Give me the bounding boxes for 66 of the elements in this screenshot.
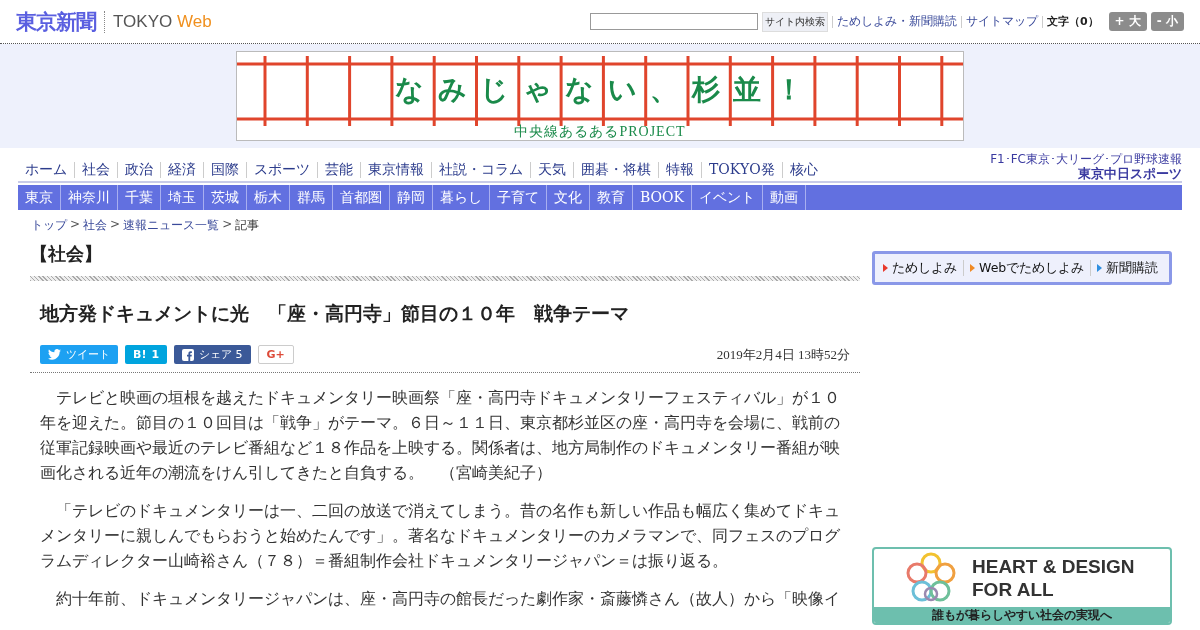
ad-title: FOR ALL <box>972 578 1055 601</box>
region-tab[interactable]: 千葉 <box>118 185 161 210</box>
article-date: 2019年2月4日 13時52分 <box>716 345 850 364</box>
region-tab[interactable]: 東京 <box>18 185 61 210</box>
nav-link[interactable]: 東京情報 <box>361 161 431 179</box>
region-tab[interactable]: 神奈川 <box>61 185 118 210</box>
section-heading: 【社会】 <box>30 242 103 266</box>
nav-link[interactable]: 芸能 <box>318 161 360 179</box>
region-tab[interactable]: イベント <box>691 185 763 210</box>
share-button[interactable]: G+ <box>257 345 294 364</box>
subscribe-link[interactable]: ためしよみ <box>883 259 957 277</box>
header-link[interactable]: ためしよみ・新聞購読 <box>836 13 957 30</box>
region-tab[interactable]: 暮らし <box>433 185 490 210</box>
nav-link[interactable]: 政治 <box>118 161 160 179</box>
article-paragraph: 「テレビのドキュメンタリーは一、二回の放送で消えてしまう。昔の名作も新しい作品も幅広く集めてドキュメンタリーに親しんでもらおうと始めたんです」。著名なドキュメンタリーのカメラマンで、同フェスのプログラムディレクター山崎裕さん（７８）＝番組制作会社ドキュメンタリージャパン＝は振り返る。 <box>40 501 841 572</box>
banner-ad[interactable]: なみじゃない、杉並！ 中央線あるあるPROJECT <box>236 51 964 141</box>
region-tab[interactable]: 動画 <box>762 185 806 210</box>
nav-link[interactable]: ホーム <box>18 161 74 179</box>
site-logo[interactable]: 東京新聞 <box>16 7 96 36</box>
region-tab[interactable]: 埼玉 <box>161 185 204 210</box>
subscribe-link[interactable]: Webでためしよみ <box>970 259 1085 277</box>
bird-icon <box>48 349 61 360</box>
article-paragraph: テレビと映画の垣根を越えたドキュメンタリー映画祭「座・高円寺ドキュメンタリーフェスティバル」が１０年を迎えた。節目の１０回目は「戦争」がテーマ。６日～１１日、東京都杉並区の座・高円寺を会場に、戦前の従軍記録映画や最近のテレビ番組など１８作品を上映する。関係者は、地方局制作のドキュメンタリー番組が映画化される近年の潮流をけん引してきたと自負する。 （宮崎美紀子） <box>40 388 841 484</box>
article-paragraph: 約十年前、ドキュメンタリージャパンは、座・高円寺の館長だった劇作家・斎藤憐さん（故人）から「映像イ <box>55 589 841 610</box>
nav-link[interactable]: TOKYO発 <box>702 161 782 179</box>
banner-title: なみじゃない、杉並！ <box>395 72 816 108</box>
ad-banner[interactable]: HEART & DESIGN FOR ALL 誰もが暮らしやすい社会の実現へ <box>872 547 1172 625</box>
nav-link[interactable]: スポーツ <box>247 161 317 179</box>
region-tab[interactable]: 栃木 <box>247 185 290 210</box>
nav-link[interactable]: 経済 <box>161 161 203 179</box>
region-tab[interactable]: 子育て <box>490 185 547 210</box>
breadcrumb-link[interactable]: 速報ニュース一覧 <box>123 217 220 234</box>
article-title: 地方発ドキュメントに光 「座・高円寺」節目の１０年 戦争テーマ <box>40 301 630 326</box>
facebook-icon <box>182 348 195 361</box>
sports-logo[interactable]: 東京中日スポーツ <box>1078 166 1182 181</box>
breadcrumb-link[interactable]: トップ <box>31 217 67 234</box>
nav-link[interactable]: 社会 <box>75 161 117 179</box>
region-tab[interactable]: 静岡 <box>390 185 433 210</box>
search-field[interactable] <box>589 13 758 30</box>
subscribe-link[interactable]: 新聞購読 <box>1097 259 1159 277</box>
region-tab[interactable]: 茨城 <box>204 185 247 210</box>
ad-caption: 誰もが暮らしやすい社会の実現へ <box>874 607 1170 623</box>
region-tab[interactable]: 教育 <box>590 185 633 210</box>
ad-title: HEART & DESIGN <box>972 555 1135 578</box>
share-button[interactable]: シェア 5 <box>174 345 251 364</box>
breadcrumb-separator: > <box>222 217 233 233</box>
search-button[interactable]: サイト内検索 <box>761 11 828 32</box>
font-size-label: 文字（0） <box>1046 14 1099 29</box>
region-tab[interactable]: 群馬 <box>290 185 333 210</box>
region-tab[interactable]: 文化 <box>547 185 590 210</box>
current-page-label: 記事 <box>235 217 260 234</box>
breadcrumb-separator: > <box>70 217 81 233</box>
nav-link[interactable]: 社説・コラム <box>432 161 530 179</box>
banner-subtitle: 中央線あるあるPROJECT <box>514 123 686 141</box>
region-tab[interactable]: 首都圏 <box>333 185 390 210</box>
region-tab[interactable]: BOOK <box>633 185 692 210</box>
nav-link[interactable]: 核心 <box>782 161 825 179</box>
sports-caption[interactable]: F1･FC東京･大リーグ･プロ野球速報 <box>990 153 1182 166</box>
breadcrumb-link[interactable]: 社会 <box>83 217 108 234</box>
site-brand: TOKYO Web <box>113 11 212 32</box>
breadcrumb-separator: > <box>110 217 121 233</box>
nav-link[interactable]: 天気 <box>531 161 573 179</box>
nav-link[interactable]: 国際 <box>204 161 246 179</box>
nav-link[interactable]: 囲碁・将棋 <box>574 161 658 179</box>
nav-link[interactable]: 特報 <box>659 161 701 179</box>
header-link[interactable]: サイトマップ <box>965 13 1038 30</box>
